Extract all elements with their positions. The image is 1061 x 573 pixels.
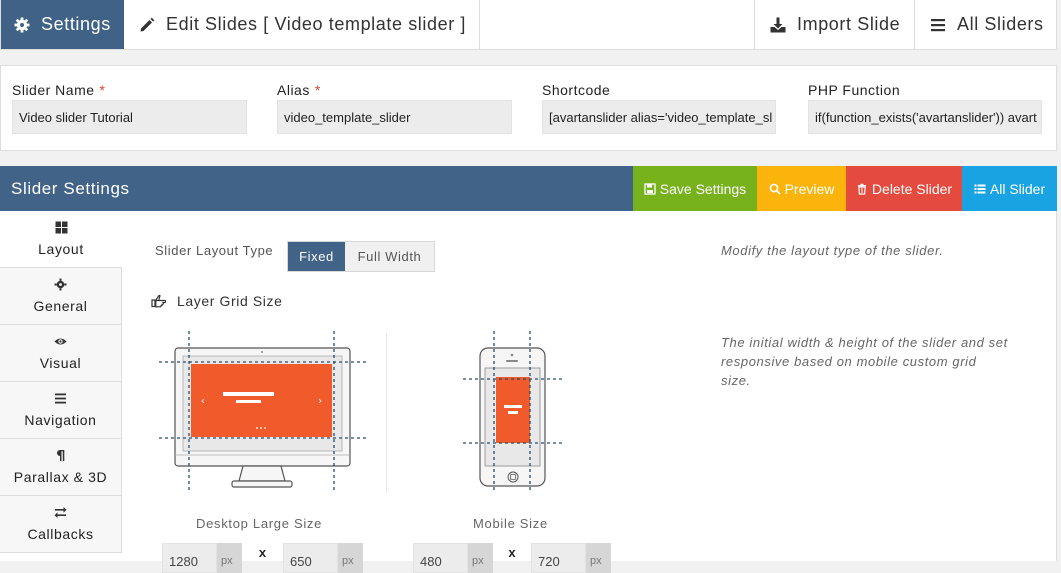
layout-type-label: Slider Layout Type bbox=[155, 243, 274, 258]
preview-button[interactable]: Preview bbox=[757, 166, 846, 211]
delete-slider-label: Delete Slider bbox=[871, 180, 953, 197]
menu-icon bbox=[54, 392, 67, 405]
slider-name-label: Slider Name bbox=[12, 82, 95, 98]
save-settings-button[interactable]: Save Settings bbox=[633, 166, 757, 211]
trash-icon bbox=[856, 183, 868, 195]
device-divider bbox=[386, 333, 387, 493]
grid-hint-line-1: The initial width & height of the slider… bbox=[721, 335, 1008, 350]
mobile-height-input[interactable]: 720 bbox=[531, 543, 586, 573]
all-slider-label: All Slider bbox=[989, 180, 1046, 197]
pencil-icon bbox=[138, 16, 156, 34]
search-icon bbox=[769, 183, 781, 195]
tab-navigation[interactable]: Navigation bbox=[0, 382, 122, 439]
desktop-illustration bbox=[159, 331, 366, 491]
layer-grid-heading: Layer Grid Size bbox=[151, 293, 282, 309]
all-slider-button[interactable]: All Slider bbox=[962, 166, 1057, 211]
mobile-slide-area bbox=[496, 377, 530, 443]
slider-name-input[interactable]: Video slider Tutorial bbox=[12, 100, 247, 134]
edit-slides-tab[interactable]: Edit Slides [ Video template slider ] bbox=[124, 0, 480, 49]
list-icon bbox=[929, 16, 947, 34]
import-slide-button[interactable]: Import Slide bbox=[754, 0, 915, 49]
fixed-option[interactable]: Fixed bbox=[288, 242, 345, 271]
pilcrow-icon bbox=[54, 449, 67, 462]
gear-icon bbox=[54, 278, 67, 291]
save-settings-label: Save Settings bbox=[659, 180, 747, 197]
full-width-option[interactable]: Full Width bbox=[345, 242, 434, 271]
shortcode-field: Shortcode [avartanslider alias='video_te… bbox=[542, 82, 776, 134]
exchange-icon bbox=[54, 506, 67, 519]
mobile-size-caption: Mobile Size bbox=[473, 516, 548, 531]
slider-settings-bar: Slider Settings Save Settings Preview De… bbox=[0, 166, 1057, 211]
desktop-stand bbox=[238, 465, 286, 482]
import-slide-label: Import Slide bbox=[797, 14, 901, 34]
slider-settings-title: Slider Settings bbox=[11, 179, 130, 198]
slider-name-field: Slider Name * Video slider Tutorial bbox=[12, 82, 247, 134]
php-function-field: PHP Function if(function_exists('avartan… bbox=[808, 82, 1042, 134]
mobile-illustration bbox=[463, 331, 562, 491]
desktop-width-input[interactable]: 1280 bbox=[162, 543, 217, 573]
required-mark: * bbox=[314, 82, 321, 98]
layer-grid-title: Layer Grid Size bbox=[177, 293, 283, 309]
px-unit: px bbox=[468, 543, 493, 573]
tab-navigation-label: Navigation bbox=[24, 412, 97, 428]
eye-icon bbox=[54, 335, 67, 348]
layout-type-toggle: Fixed Full Width bbox=[287, 241, 435, 272]
settings-tab[interactable]: Settings bbox=[1, 0, 124, 49]
gear-icon bbox=[13, 16, 31, 34]
px-unit: px bbox=[217, 543, 242, 573]
tab-visual[interactable]: Visual bbox=[0, 325, 122, 382]
floppy-icon bbox=[644, 182, 656, 195]
delete-slider-button[interactable]: Delete Slider bbox=[846, 166, 962, 211]
edit-slides-label: Edit Slides [ Video template slider ] bbox=[166, 14, 467, 34]
tab-layout[interactable]: Layout bbox=[0, 211, 122, 268]
list-icon bbox=[974, 183, 986, 195]
alias-field: Alias * video_template_slider bbox=[277, 82, 512, 134]
alias-input[interactable]: video_template_slider bbox=[277, 100, 512, 134]
grid-hint-line-2: responsive based on mobile custom grid bbox=[721, 354, 977, 369]
php-function-input[interactable]: if(function_exists('avartanslider')) ava… bbox=[808, 100, 1042, 134]
tab-parallax[interactable]: Parallax & 3D bbox=[0, 439, 122, 496]
desktop-slide-area bbox=[191, 364, 332, 437]
px-unit: px bbox=[586, 543, 611, 573]
top-nav: Settings Edit Slides [ Video template sl… bbox=[0, 0, 1057, 50]
times-sign: x bbox=[258, 545, 267, 560]
tab-parallax-label: Parallax & 3D bbox=[13, 469, 108, 485]
mobile-width-input[interactable]: 480 bbox=[413, 543, 468, 573]
desktop-height-input[interactable]: 650 bbox=[283, 543, 338, 573]
tab-callbacks-label: Callbacks bbox=[27, 526, 94, 542]
tab-callbacks[interactable]: Callbacks bbox=[0, 496, 122, 553]
layout-type-hint: Modify the layout type of the slider. bbox=[721, 243, 944, 258]
mobile-size-inputs: 480 px x 720 px bbox=[413, 543, 611, 573]
all-sliders-label: All Sliders bbox=[957, 14, 1044, 34]
px-unit: px bbox=[338, 543, 363, 573]
desktop-size-inputs: 1280 px x 650 px bbox=[162, 543, 363, 573]
times-sign: x bbox=[508, 545, 516, 560]
grid-hint-line-3: size. bbox=[721, 373, 751, 388]
grid-icon bbox=[55, 221, 68, 234]
settings-label: Settings bbox=[41, 14, 111, 34]
settings-content: Layout General Visual Navigation Paralla… bbox=[0, 211, 1057, 573]
php-function-label: PHP Function bbox=[808, 82, 901, 98]
slider-info-panel: Slider Name * Video slider Tutorial Alias… bbox=[0, 65, 1057, 151]
tab-general[interactable]: General bbox=[0, 268, 122, 325]
grid-size-hint: The initial width & height of the slider… bbox=[721, 333, 1008, 390]
hand-pointer-icon bbox=[151, 294, 166, 308]
tab-visual-label: Visual bbox=[39, 355, 82, 371]
desktop-size-caption: Desktop Large Size bbox=[196, 516, 323, 531]
settings-side-tabs: Layout General Visual Navigation Paralla… bbox=[0, 211, 122, 561]
required-mark: * bbox=[99, 82, 106, 98]
shortcode-label: Shortcode bbox=[542, 82, 611, 98]
download-icon bbox=[769, 16, 787, 34]
alias-label: Alias bbox=[277, 82, 310, 98]
tab-layout-label: Layout bbox=[38, 241, 84, 257]
preview-label: Preview bbox=[784, 180, 835, 197]
all-sliders-button[interactable]: All Sliders bbox=[915, 0, 1058, 49]
tab-general-label: General bbox=[33, 298, 88, 314]
shortcode-input[interactable]: [avartanslider alias='video_template_sl bbox=[542, 100, 776, 134]
